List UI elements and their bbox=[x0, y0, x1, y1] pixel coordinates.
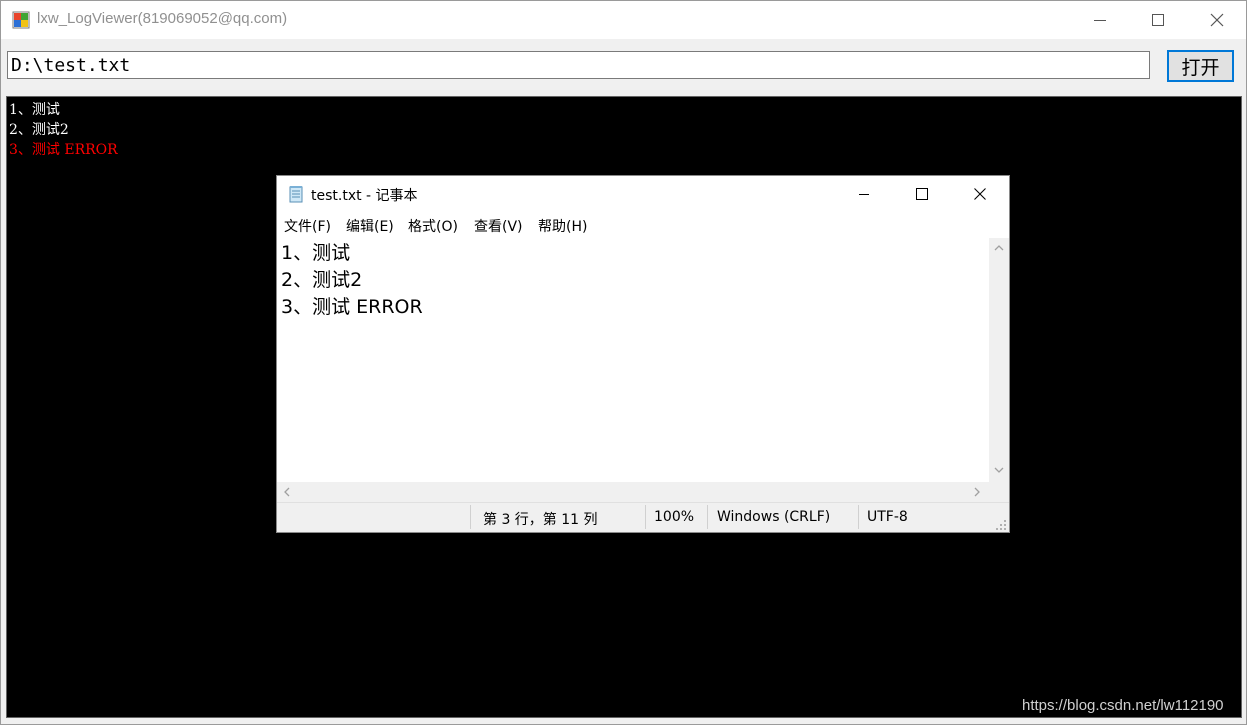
scrollbar-corner bbox=[989, 482, 1009, 502]
window-title: lxw_LogViewer(819069052@qq.com) bbox=[37, 10, 288, 27]
app-icon bbox=[12, 11, 30, 29]
title-bar[interactable]: lxw_LogViewer(819069052@qq.com) bbox=[1, 1, 1246, 39]
text-line: 1、测试 bbox=[281, 242, 351, 264]
scroll-down-icon[interactable] bbox=[994, 466, 1004, 474]
notepad-menu-bar: 文件(F) 编辑(E) 格式(O) 查看(V) 帮助(H) bbox=[277, 212, 1009, 238]
text-line: 2、测试2 bbox=[281, 269, 363, 291]
menu-help[interactable]: 帮助(H) bbox=[538, 216, 587, 236]
maximize-icon bbox=[916, 188, 928, 200]
notepad-icon bbox=[289, 186, 303, 203]
notepad-window: test.txt - 记事本 文件(F) 编辑(E) 格式(O) 查看(V) 帮… bbox=[277, 176, 1009, 532]
status-line-ending: Windows (CRLF) bbox=[717, 509, 831, 525]
scroll-right-icon[interactable] bbox=[973, 487, 981, 497]
scroll-up-icon[interactable] bbox=[994, 244, 1004, 252]
close-button[interactable] bbox=[1188, 1, 1246, 39]
notepad-close-button[interactable] bbox=[951, 176, 1009, 212]
close-icon bbox=[974, 188, 986, 200]
file-path-input[interactable] bbox=[7, 51, 1150, 79]
toolbar: 打开 bbox=[1, 40, 1246, 92]
log-line: 2、测试2 bbox=[9, 122, 69, 138]
menu-format[interactable]: 格式(O) bbox=[408, 216, 458, 236]
status-separator bbox=[707, 505, 708, 529]
log-line-error: 3、测试 ERROR bbox=[9, 142, 118, 158]
minimize-icon bbox=[1094, 20, 1106, 21]
notepad-text-area[interactable]: 1、测试 2、测试2 3、测试 ERROR bbox=[281, 240, 981, 480]
notepad-minimize-button[interactable] bbox=[835, 176, 893, 212]
resize-grip-icon[interactable] bbox=[995, 519, 1007, 531]
notepad-status-bar: 第 3 行，第 11 列 100% Windows (CRLF) UTF-8 bbox=[277, 502, 1009, 532]
menu-file[interactable]: 文件(F) bbox=[284, 216, 331, 236]
notepad-title-bar[interactable]: test.txt - 记事本 bbox=[277, 176, 1009, 212]
maximize-button[interactable] bbox=[1129, 1, 1187, 39]
minimize-icon bbox=[859, 194, 869, 195]
notepad-title: test.txt - 记事本 bbox=[311, 188, 418, 204]
status-encoding: UTF-8 bbox=[867, 509, 908, 525]
scroll-left-icon[interactable] bbox=[283, 487, 291, 497]
horizontal-scrollbar[interactable] bbox=[277, 482, 989, 502]
status-separator bbox=[858, 505, 859, 529]
notepad-maximize-button[interactable] bbox=[893, 176, 951, 212]
menu-edit[interactable]: 编辑(E) bbox=[346, 216, 394, 236]
close-icon bbox=[1210, 13, 1224, 27]
maximize-icon bbox=[1152, 14, 1164, 26]
text-line: 3、测试 ERROR bbox=[281, 296, 423, 318]
status-cursor-position: 第 3 行，第 11 列 bbox=[483, 512, 598, 528]
log-line: 1、测试 bbox=[9, 102, 60, 118]
vertical-scrollbar[interactable] bbox=[989, 238, 1009, 482]
status-separator bbox=[470, 505, 471, 529]
open-button[interactable]: 打开 bbox=[1167, 50, 1234, 82]
watermark: https://blog.csdn.net/lw112190 bbox=[1022, 697, 1224, 714]
status-separator bbox=[645, 505, 646, 529]
status-zoom: 100% bbox=[654, 509, 695, 525]
minimize-button[interactable] bbox=[1071, 1, 1129, 39]
menu-view[interactable]: 查看(V) bbox=[474, 216, 523, 236]
